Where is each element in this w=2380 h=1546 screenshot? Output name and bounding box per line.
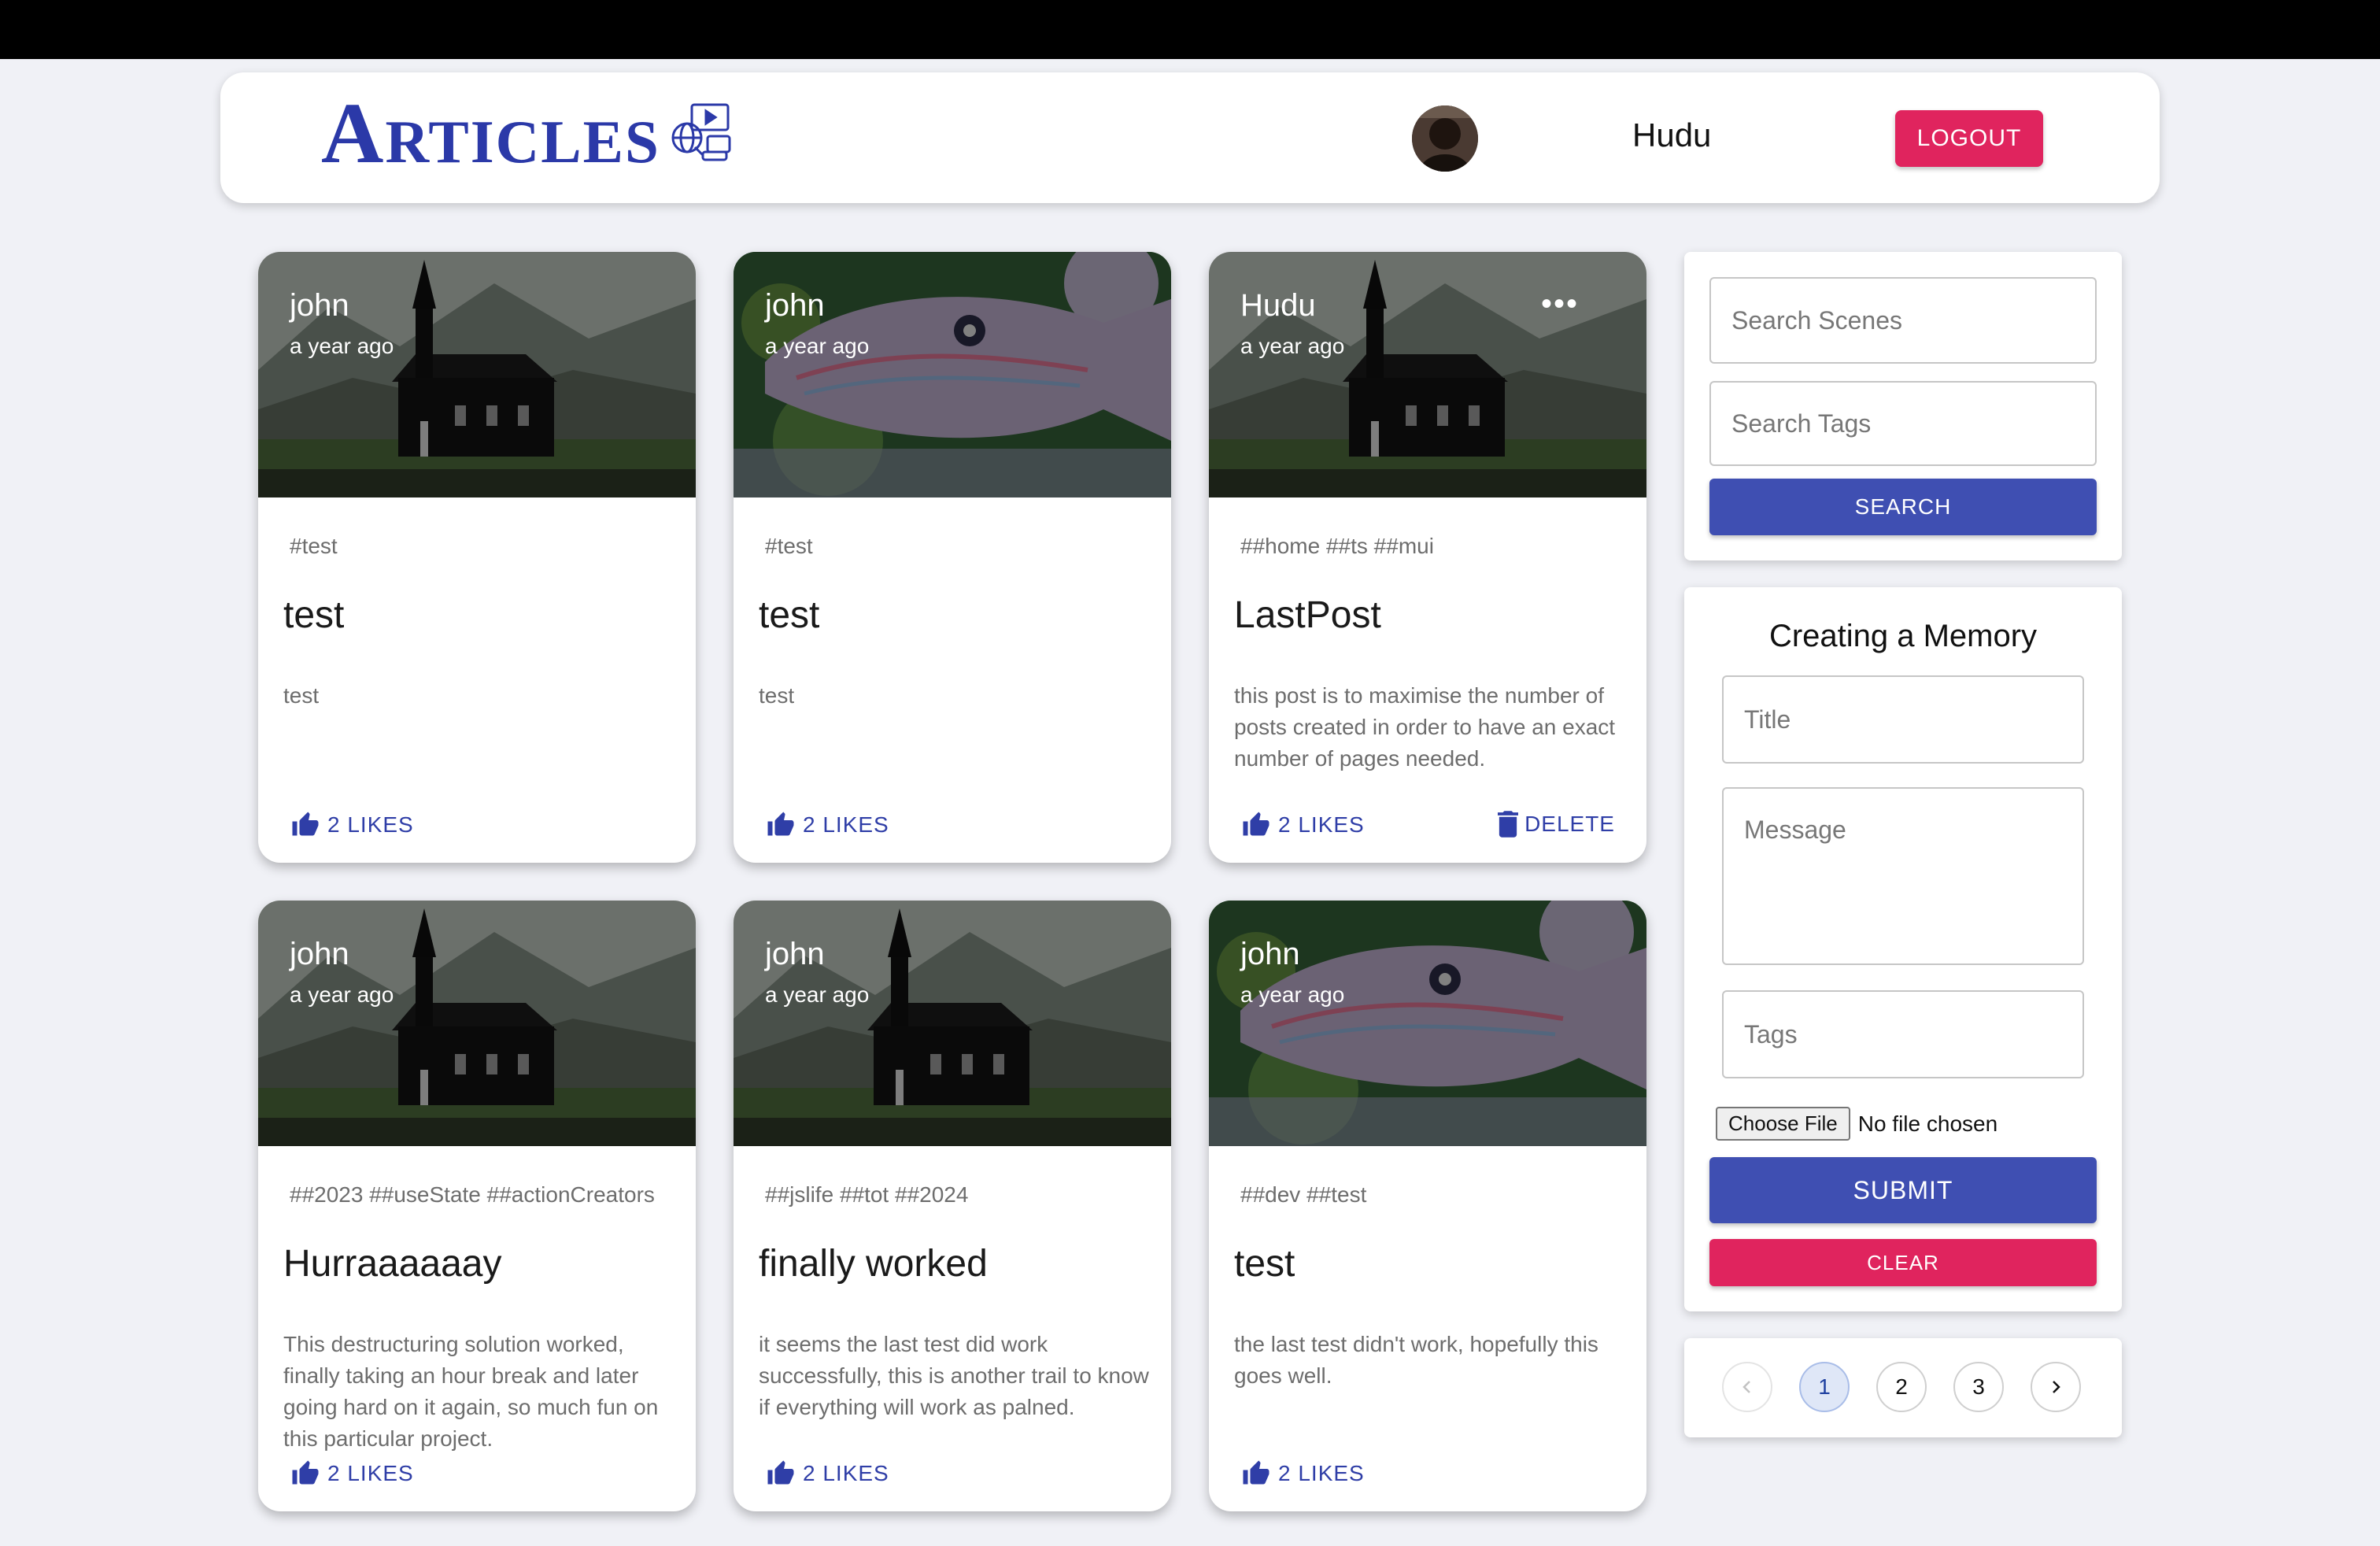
page-3-button[interactable]: 3 bbox=[1953, 1362, 2004, 1412]
chevron-left-icon bbox=[1743, 1381, 1750, 1393]
post-tags: #test bbox=[290, 534, 338, 558]
post-tags: ##dev ##test bbox=[1240, 1182, 1367, 1207]
post-card[interactable]: john a year ago ##dev ##test test the la… bbox=[1209, 901, 1646, 1511]
thumb-up-icon bbox=[767, 1460, 794, 1485]
post-card[interactable]: john a year ago ##jslife ##tot ##2024 fi… bbox=[734, 901, 1171, 1511]
message-field[interactable] bbox=[1722, 787, 2084, 965]
submit-button[interactable]: SUBMIT bbox=[1709, 1157, 2097, 1223]
thumb-up-icon bbox=[292, 812, 319, 836]
more-options-icon[interactable]: ••• bbox=[1541, 288, 1579, 320]
like-button[interactable]: 2 LIKES bbox=[767, 1459, 889, 1488]
thumb-up-icon bbox=[1243, 1460, 1269, 1485]
post-message: test bbox=[759, 683, 795, 708]
thumb-up-icon bbox=[767, 812, 794, 836]
post-media: john a year ago bbox=[258, 252, 696, 497]
pagination-panel: 1 2 3 bbox=[1684, 1338, 2122, 1437]
like-button[interactable]: 2 LIKES bbox=[1242, 811, 1365, 839]
post-media: john a year ago bbox=[258, 901, 696, 1146]
post-time: a year ago bbox=[290, 334, 394, 358]
post-tags: ##home ##ts ##mui bbox=[1240, 534, 1434, 558]
post-time: a year ago bbox=[1240, 982, 1345, 1007]
post-card[interactable]: john a year ago ##2023 ##useState ##acti… bbox=[258, 901, 696, 1511]
file-status: No file chosen bbox=[1857, 1111, 1998, 1136]
post-media: john a year ago bbox=[734, 901, 1171, 1146]
like-count: 2 LIKES bbox=[1278, 812, 1365, 837]
post-author: john bbox=[1240, 937, 1300, 971]
search-button[interactable]: SEARCH bbox=[1709, 479, 2097, 535]
post-author: john bbox=[290, 937, 349, 971]
post-time: a year ago bbox=[765, 334, 870, 358]
title-field[interactable] bbox=[1722, 675, 2084, 764]
post-tags: ##jslife ##tot ##2024 bbox=[765, 1182, 969, 1207]
brand: Articles bbox=[321, 90, 734, 176]
like-count: 2 LIKES bbox=[327, 1461, 414, 1485]
search-scenes-input[interactable] bbox=[1709, 277, 2097, 364]
search-tags-input[interactable] bbox=[1709, 381, 2097, 466]
post-author: john bbox=[290, 288, 349, 323]
post-title: test bbox=[1234, 1243, 1295, 1285]
like-button[interactable]: 2 LIKES bbox=[1242, 1459, 1365, 1488]
file-upload: Choose File No file chosen bbox=[1716, 1107, 1998, 1141]
articles-logo-icon bbox=[671, 103, 731, 161]
post-author: john bbox=[765, 937, 825, 971]
choose-file-button[interactable]: Choose File bbox=[1716, 1107, 1850, 1141]
memory-form: Creating a Memory Choose File No file ch… bbox=[1684, 587, 2122, 1311]
thumb-up-icon bbox=[1243, 812, 1269, 836]
post-media: john a year ago bbox=[1209, 901, 1646, 1146]
like-count: 2 LIKES bbox=[803, 1461, 889, 1485]
post-title: test bbox=[283, 594, 345, 636]
delete-button[interactable]: DELETE bbox=[1498, 811, 1615, 838]
username: Hudu bbox=[1632, 117, 1712, 153]
post-card[interactable]: john a year ago #test test test 2 LIKES bbox=[258, 252, 696, 863]
next-page-button[interactable] bbox=[2031, 1362, 2081, 1412]
like-button[interactable]: 2 LIKES bbox=[291, 811, 414, 839]
post-time: a year ago bbox=[1240, 334, 1345, 358]
like-count: 2 LIKES bbox=[327, 812, 414, 837]
post-message: it seems the last test did work successf… bbox=[759, 1332, 1149, 1419]
post-author: Hudu bbox=[1240, 288, 1316, 323]
pagination: 1 2 3 bbox=[1722, 1362, 2108, 1412]
brand-title: Articles bbox=[321, 85, 660, 181]
avatar-photo bbox=[1412, 105, 1478, 172]
logout-button[interactable]: LOGOUT bbox=[1895, 110, 2043, 167]
post-message: this post is to maximise the number of p… bbox=[1234, 683, 1616, 771]
post-card[interactable]: Hudu a year ago ••• ##home ##ts ##mui La… bbox=[1209, 252, 1646, 863]
page-1-button[interactable]: 1 bbox=[1799, 1362, 1850, 1412]
clear-button[interactable]: CLEAR bbox=[1709, 1239, 2097, 1286]
delete-label: DELETE bbox=[1524, 812, 1615, 836]
search-panel: SEARCH bbox=[1684, 252, 2122, 560]
tags-field[interactable] bbox=[1722, 990, 2084, 1078]
prev-page-button[interactable] bbox=[1722, 1362, 1772, 1412]
post-tags: #test bbox=[765, 534, 813, 558]
post-tags: ##2023 ##useState ##actionCreators bbox=[290, 1182, 655, 1207]
post-message: test bbox=[283, 683, 320, 708]
posts-grid: john a year ago #test test test 2 LIKES … bbox=[258, 252, 1646, 1511]
app-bar: Articles Hudu LOGOUT bbox=[220, 72, 2160, 203]
trash-icon bbox=[1498, 811, 1519, 838]
like-count: 2 LIKES bbox=[803, 812, 889, 837]
post-media: john a year ago bbox=[734, 252, 1171, 497]
post-title: finally worked bbox=[759, 1243, 988, 1285]
post-message: the last test didn't work, hopefully thi… bbox=[1234, 1332, 1598, 1388]
post-time: a year ago bbox=[765, 982, 870, 1007]
post-title: Hurraaaaaay bbox=[283, 1243, 502, 1285]
like-button[interactable]: 2 LIKES bbox=[767, 811, 889, 839]
post-card[interactable]: john a year ago #test test test 2 LIKES bbox=[734, 252, 1171, 863]
avatar[interactable] bbox=[1412, 105, 1478, 172]
post-message: This destructuring solution worked, fina… bbox=[283, 1332, 659, 1451]
post-author: john bbox=[765, 288, 825, 323]
page-2-button[interactable]: 2 bbox=[1876, 1362, 1927, 1412]
like-button[interactable]: 2 LIKES bbox=[291, 1459, 414, 1488]
post-title: test bbox=[759, 594, 820, 636]
form-heading: Creating a Memory bbox=[1768, 619, 2038, 653]
thumb-up-icon bbox=[292, 1460, 319, 1485]
post-media: Hudu a year ago ••• bbox=[1209, 252, 1646, 497]
chevron-right-icon bbox=[2053, 1381, 2060, 1393]
browser-top-bar bbox=[0, 0, 2380, 59]
post-title: LastPost bbox=[1234, 594, 1381, 636]
post-time: a year ago bbox=[290, 982, 394, 1007]
like-count: 2 LIKES bbox=[1278, 1461, 1365, 1485]
